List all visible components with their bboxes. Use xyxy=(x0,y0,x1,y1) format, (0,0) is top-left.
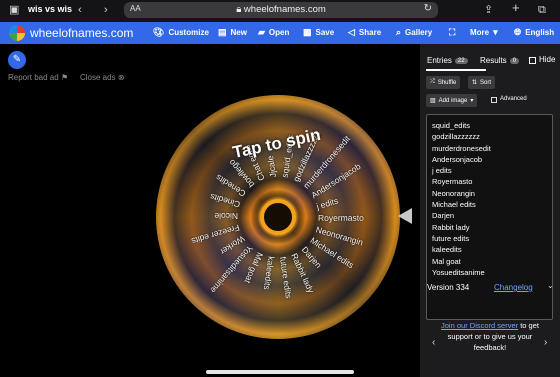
edit-fab-button[interactable]: ✎ xyxy=(8,51,26,69)
brand-name[interactable]: wheelofnames.com xyxy=(30,26,133,40)
address-bar[interactable]: AA 🔒︎ wheelofnames.com ↻ xyxy=(124,2,438,18)
tab-results[interactable]: Results 0 xyxy=(480,56,520,65)
lock-icon: 🔒︎ xyxy=(236,4,244,15)
wheel-pointer-icon xyxy=(398,208,412,224)
entry-line[interactable]: Neonorangin xyxy=(432,188,552,199)
more-label: More xyxy=(470,28,490,37)
image-icon: ▧ xyxy=(430,98,436,104)
open-label: Open xyxy=(268,28,290,37)
tab-results-label: Results xyxy=(480,56,507,65)
advanced-checkbox[interactable] xyxy=(491,97,497,103)
home-indicator xyxy=(206,370,354,374)
wheel-segment-label: Nicole xyxy=(214,211,239,222)
tab-entries[interactable]: Entries 22 xyxy=(427,56,468,65)
share-label: Share xyxy=(358,28,382,37)
shuffle-label: Shuffle xyxy=(437,79,457,86)
changelog-link[interactable]: Changelog xyxy=(494,283,533,292)
customize-label: Customize xyxy=(168,28,209,37)
results-count-badge: 0 xyxy=(509,57,520,64)
sort-button[interactable]: ⇅ Sort xyxy=(468,76,496,89)
report-bad-ad-label: Report bad ad xyxy=(8,73,59,82)
discord-message: Join our Discord server to get support o… xyxy=(438,320,542,353)
report-bad-ad-link[interactable]: Report bad ad ⚑ xyxy=(8,73,68,82)
share-button[interactable]: ◁ Share xyxy=(348,27,381,38)
entry-line[interactable]: Andersonjacob xyxy=(432,154,552,165)
folder-icon: ▰ xyxy=(258,27,265,37)
entry-line[interactable]: Michael edits xyxy=(432,199,552,210)
sidebar-icon[interactable]: ▣ xyxy=(9,3,19,17)
entry-line[interactable]: godzillazzzzzz xyxy=(432,131,552,142)
entry-line[interactable]: Royermasto xyxy=(432,176,552,187)
open-button[interactable]: ▰ Open xyxy=(258,27,289,38)
sort-icon: ⇅ xyxy=(472,80,478,86)
tabs-icon[interactable]: ⧉ xyxy=(538,3,546,17)
globe-icon: 🌐︎ xyxy=(514,27,522,37)
sort-label: Sort xyxy=(480,79,492,86)
customize-button[interactable]: 🎨︎ Customize xyxy=(153,27,209,38)
chevron-right-icon[interactable]: › xyxy=(544,337,547,348)
gallery-label: Gallery xyxy=(405,28,433,37)
entry-line[interactable]: future edits xyxy=(432,233,552,244)
chevron-left-icon[interactable]: ‹ xyxy=(432,337,435,348)
spin-wheel[interactable]: squid_edits godzillazzzzzz murderdronesedi… xyxy=(156,95,400,339)
fullscreen-button[interactable]: ⛶ xyxy=(449,27,455,38)
hide-label: Hide xyxy=(539,55,556,64)
search-icon: ⌕ xyxy=(396,27,402,37)
new-button[interactable]: ▤ New xyxy=(218,27,247,38)
pencil-icon: ✎ xyxy=(12,54,22,65)
entries-panel: Entries 22 Results 0 Hide ⤮ Shuffle ⇅ Sort ▧… xyxy=(420,44,560,377)
share-icon[interactable]: ⇪ xyxy=(484,3,493,17)
reload-icon[interactable]: ↻ xyxy=(424,3,432,14)
fullscreen-icon: ⛶ xyxy=(449,27,456,37)
tab-title[interactable]: wis vs wis xyxy=(28,4,72,14)
save-label: Save xyxy=(315,28,335,37)
flag-icon: ⚑ xyxy=(60,73,69,82)
close-ads-label: Close ads xyxy=(80,73,116,82)
language-label: English xyxy=(525,28,555,37)
advanced-label: Advanced xyxy=(500,96,527,102)
add-image-label: Add image xyxy=(438,97,468,104)
chevron-down-icon[interactable]: ⌄ xyxy=(547,281,554,290)
entry-line[interactable]: kaleedits xyxy=(432,244,552,255)
save-icon: ▩ xyxy=(303,27,312,37)
close-ads-link[interactable]: Close ads ⊗ xyxy=(80,73,125,82)
discord-link[interactable]: Join our Discord server xyxy=(441,321,518,330)
caret-down-icon: ▾ xyxy=(493,27,498,37)
entry-line[interactable]: murderdronesedit xyxy=(432,143,552,154)
entry-line[interactable]: Rabbit lady xyxy=(432,222,552,233)
close-circle-icon: ⊗ xyxy=(117,73,125,82)
share-icon: ◁ xyxy=(348,27,355,37)
caret-down-icon: ▾ xyxy=(470,98,474,104)
save-button[interactable]: ▩ Save xyxy=(303,27,334,38)
hide-checkbox[interactable] xyxy=(529,57,536,64)
more-button[interactable]: More ▾ xyxy=(470,27,498,38)
browser-toolbar: ▣ wis vs wis ‹ › AA 🔒︎ wheelofnames.com … xyxy=(0,0,560,22)
wheel-logo-icon[interactable] xyxy=(9,25,25,41)
chevron-left-icon[interactable]: ‹ xyxy=(78,3,82,17)
add-image-button[interactable]: ▧ Add image ▾ xyxy=(426,94,478,107)
entry-line[interactable]: j edits xyxy=(432,165,552,176)
entry-line[interactable]: squid_edits xyxy=(432,120,552,131)
new-label: New xyxy=(230,28,247,37)
language-button[interactable]: 🌐︎ English xyxy=(514,27,554,38)
app-header: wheelofnames.com 🎨︎ Customize ▤ New ▰ Open … xyxy=(0,22,560,44)
entry-line[interactable]: Mal goat xyxy=(432,256,552,267)
entries-count-badge: 22 xyxy=(454,57,468,64)
url-text[interactable]: 🔒︎ wheelofnames.com xyxy=(124,4,438,15)
gallery-button[interactable]: ⌕ Gallery xyxy=(396,27,432,38)
plus-icon[interactable]: + xyxy=(512,1,520,15)
chevron-right-icon[interactable]: › xyxy=(104,3,108,17)
url-value: wheelofnames.com xyxy=(243,4,326,15)
version-text: Version 334 xyxy=(427,283,470,292)
wheel-hub xyxy=(260,199,296,235)
palette-icon: 🎨︎ xyxy=(153,27,165,37)
shuffle-button[interactable]: ⤮ Shuffle xyxy=(426,76,461,89)
wheel-segment-label: Royermasto xyxy=(317,212,364,223)
entry-line[interactable]: Darjen xyxy=(432,210,552,221)
new-file-icon: ▤ xyxy=(218,27,227,37)
active-tab-indicator xyxy=(426,69,486,71)
shuffle-icon: ⤮ xyxy=(430,79,435,85)
tab-entries-label: Entries xyxy=(427,56,452,65)
entry-line[interactable]: Yosueditsanime xyxy=(432,267,552,278)
